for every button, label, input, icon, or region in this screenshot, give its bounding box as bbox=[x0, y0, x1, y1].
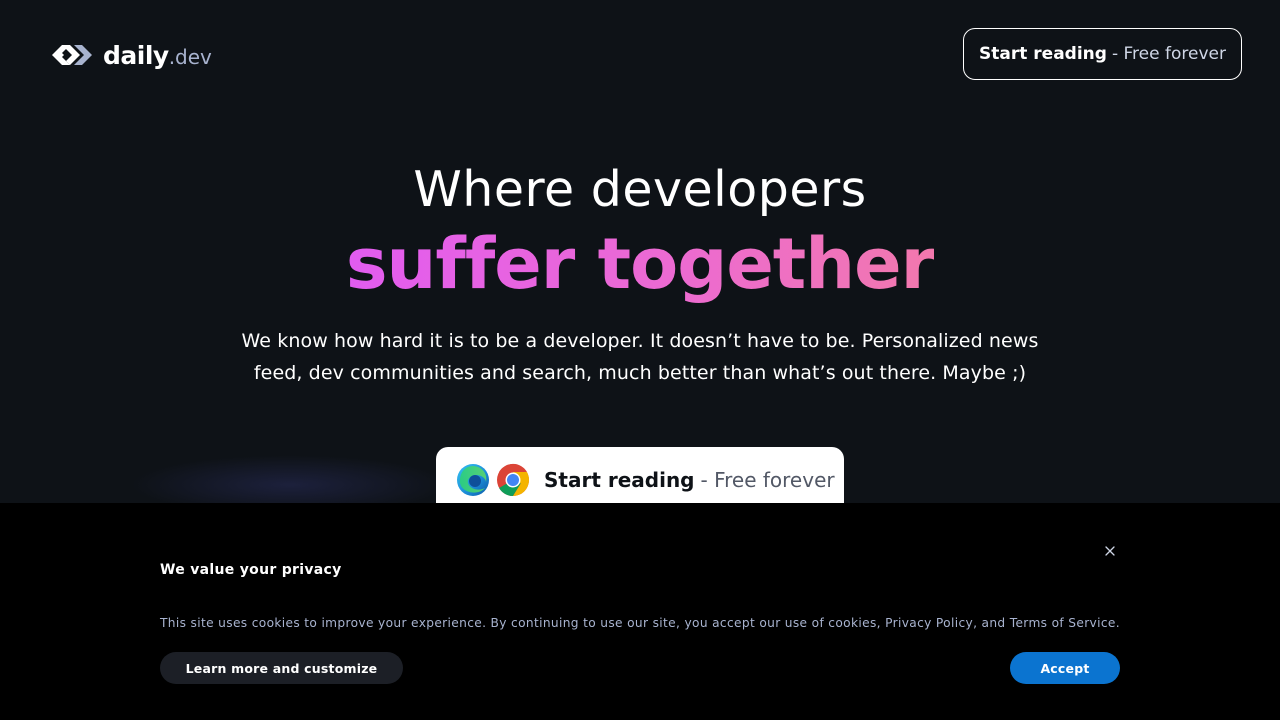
terms-of-service-link[interactable]: Terms of Service bbox=[1010, 616, 1116, 630]
cookie-description: This site uses cookies to improve your e… bbox=[160, 616, 1120, 630]
chrome-browser-icon bbox=[496, 463, 530, 501]
cookie-text-after: . bbox=[1115, 616, 1120, 630]
privacy-policy-link[interactable]: Privacy Policy bbox=[885, 616, 973, 630]
cookie-text-before: This site uses cookies to improve your e… bbox=[160, 616, 886, 630]
hero-title-line1: Where developers bbox=[413, 161, 867, 218]
cookie-title: We value your privacy bbox=[160, 562, 342, 578]
cookie-close-button[interactable] bbox=[1100, 541, 1120, 561]
hero-cta-light-label: - Free forever bbox=[700, 468, 835, 492]
cookie-consent-banner: We value your privacy This site uses coo… bbox=[0, 503, 1280, 720]
hero-title-line2: suffer together bbox=[0, 222, 1280, 306]
logo-wordmark: daily bbox=[103, 40, 169, 70]
header-start-reading-button[interactable]: Start reading - Free forever bbox=[963, 28, 1242, 80]
logo-suffix: .dev bbox=[168, 45, 212, 69]
browser-icons bbox=[456, 463, 530, 501]
learn-more-customize-button[interactable]: Learn more and customize bbox=[160, 652, 403, 684]
daily-dev-logo-icon bbox=[48, 39, 96, 71]
header-cta-bold-label: Start reading bbox=[979, 44, 1107, 64]
hero-description: We know how hard it is to be a developer… bbox=[241, 330, 1039, 384]
site-header: daily .dev Start reading - Free forever bbox=[0, 0, 1280, 110]
header-cta-light-label: - Free forever bbox=[1111, 44, 1226, 64]
logo-link[interactable]: daily .dev bbox=[48, 39, 212, 71]
close-icon bbox=[1104, 542, 1116, 561]
edge-browser-icon bbox=[456, 463, 490, 501]
hero-cta-label: Start reading - Free forever bbox=[544, 463, 835, 497]
hero-title-gradient-text: suffer together bbox=[345, 223, 935, 305]
hero-cta-bold-label: Start reading bbox=[544, 468, 695, 492]
accept-cookies-button[interactable]: Accept bbox=[1010, 652, 1120, 684]
cookie-text-middle: , and bbox=[973, 616, 1010, 630]
